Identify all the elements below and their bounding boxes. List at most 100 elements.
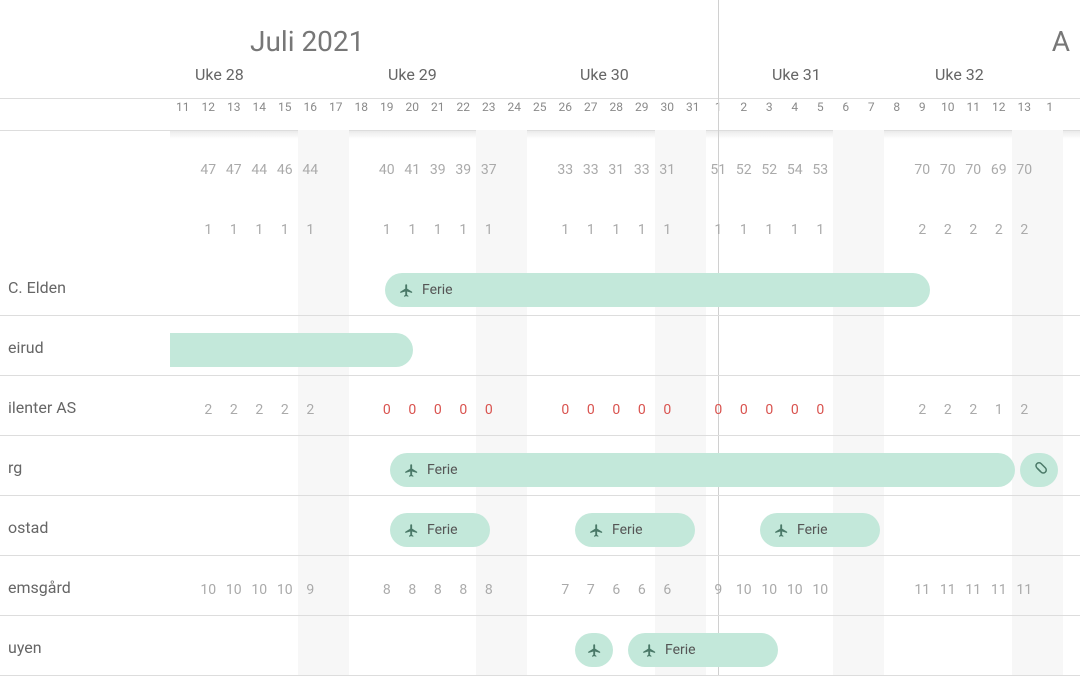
data-cell: 10	[808, 582, 834, 598]
vacation-pill[interactable]: Ferie	[385, 273, 930, 307]
vacation-pill[interactable]	[170, 333, 413, 367]
data-cell: 47	[196, 162, 222, 178]
data-cell: 0	[782, 402, 808, 418]
person-label[interactable]: emsgård	[0, 560, 79, 615]
vacation-pill[interactable]	[575, 633, 613, 667]
data-cell: 31	[604, 162, 630, 178]
week-label: Uke 32	[935, 65, 984, 84]
month-label-left: Juli 2021	[250, 25, 364, 58]
pill-label: Ferie	[665, 642, 696, 658]
data-cell: 1	[604, 222, 630, 238]
data-cell: 0	[757, 402, 783, 418]
data-cell: 0	[476, 402, 502, 418]
data-cell: 1	[757, 222, 783, 238]
data-cell: 0	[604, 402, 630, 418]
data-cell: 37	[476, 162, 502, 178]
data-cell: 70	[1012, 162, 1038, 178]
data-cell: 40	[374, 162, 400, 178]
row-divider	[0, 315, 1080, 316]
day-header-cell: 7	[859, 100, 885, 130]
data-cell: 10	[731, 582, 757, 598]
day-header-cell: 30	[655, 100, 681, 130]
data-cell: 2	[196, 402, 222, 418]
data-cell: 2	[935, 222, 961, 238]
row-divider	[0, 375, 1080, 376]
data-cell: 1	[374, 222, 400, 238]
data-cell: 41	[400, 162, 426, 178]
data-cell: 10	[272, 582, 298, 598]
data-cell: 1	[196, 222, 222, 238]
data-cell: 1	[553, 222, 579, 238]
data-cell: 1	[782, 222, 808, 238]
day-header-cell: 14	[247, 100, 273, 130]
data-cell: 7	[553, 582, 579, 598]
day-header-cell: 11	[961, 100, 987, 130]
data-cell: 2	[961, 222, 987, 238]
day-header-cell: 17	[323, 100, 349, 130]
data-row: 2222200000000000000022212	[170, 380, 1080, 440]
data-cell: 31	[655, 162, 681, 178]
data-cell: 1	[731, 222, 757, 238]
data-cell: 8	[425, 582, 451, 598]
person-label[interactable]: eirud	[0, 320, 52, 375]
vacation-pill[interactable]: Ferie	[390, 453, 1015, 487]
person-label[interactable]: C. Elden	[0, 260, 74, 315]
data-cell: 44	[247, 162, 273, 178]
data-cell: 33	[578, 162, 604, 178]
data-cell: 11	[986, 582, 1012, 598]
person-label[interactable]: uyen	[0, 620, 50, 675]
day-header-cell: 8	[884, 100, 910, 130]
day-header-cell: 29	[629, 100, 655, 130]
plane-icon	[404, 463, 419, 478]
data-cell: 1	[629, 222, 655, 238]
data-cell: 1	[425, 222, 451, 238]
data-cell: 8	[476, 582, 502, 598]
data-cell: 9	[298, 582, 324, 598]
data-cell: 46	[272, 162, 298, 178]
day-header-cell: 13	[221, 100, 247, 130]
data-cell: 2	[272, 402, 298, 418]
data-cell: 11	[935, 582, 961, 598]
data-cell: 2	[961, 402, 987, 418]
data-cell: 10	[221, 582, 247, 598]
day-header-cell: 1	[1037, 100, 1063, 130]
vacation-pill[interactable]: Ferie	[575, 513, 695, 547]
data-row: 1111111111111111111122222	[170, 200, 1080, 260]
vacation-pill[interactable]	[1020, 453, 1058, 487]
data-cell: 51	[706, 162, 732, 178]
week-header: Uke 28Uke 29Uke 30Uke 31Uke 32	[170, 65, 1080, 95]
data-cell: 1	[986, 402, 1012, 418]
data-cell: 52	[731, 162, 757, 178]
vacation-pill[interactable]: Ferie	[390, 513, 490, 547]
data-cell: 70	[935, 162, 961, 178]
calendar-view: Juli 2021 A Uke 28Uke 29Uke 30Uke 31Uke …	[0, 0, 1080, 675]
person-label[interactable]: rg	[0, 440, 30, 495]
data-cell: 1	[706, 222, 732, 238]
data-cell: 10	[782, 582, 808, 598]
data-cell: 0	[425, 402, 451, 418]
data-cell: 0	[731, 402, 757, 418]
data-cell: 11	[1012, 582, 1038, 598]
person-label[interactable]: ostad	[0, 500, 56, 555]
data-cell: 11	[910, 582, 936, 598]
data-cell: 2	[910, 222, 936, 238]
day-header-cell: 27	[578, 100, 604, 130]
data-cell: 2	[247, 402, 273, 418]
day-header-cell: 21	[425, 100, 451, 130]
pill-label: Ferie	[797, 522, 828, 538]
row-divider	[0, 495, 1080, 496]
data-cell: 53	[808, 162, 834, 178]
data-cell: 1	[400, 222, 426, 238]
data-cell: 39	[425, 162, 451, 178]
vacation-pill[interactable]: Ferie	[628, 633, 778, 667]
day-header-cell: 28	[604, 100, 630, 130]
data-cell: 52	[757, 162, 783, 178]
plane-icon	[589, 523, 604, 538]
data-cell: 6	[655, 582, 681, 598]
person-label[interactable]: ilenter AS	[0, 380, 84, 435]
data-cell: 8	[374, 582, 400, 598]
day-header-cell: 26	[553, 100, 579, 130]
pill-icon	[1030, 461, 1048, 479]
vacation-pill[interactable]: Ferie	[760, 513, 880, 547]
day-header: 1112131415161718192021222324252627282930…	[170, 100, 1080, 130]
